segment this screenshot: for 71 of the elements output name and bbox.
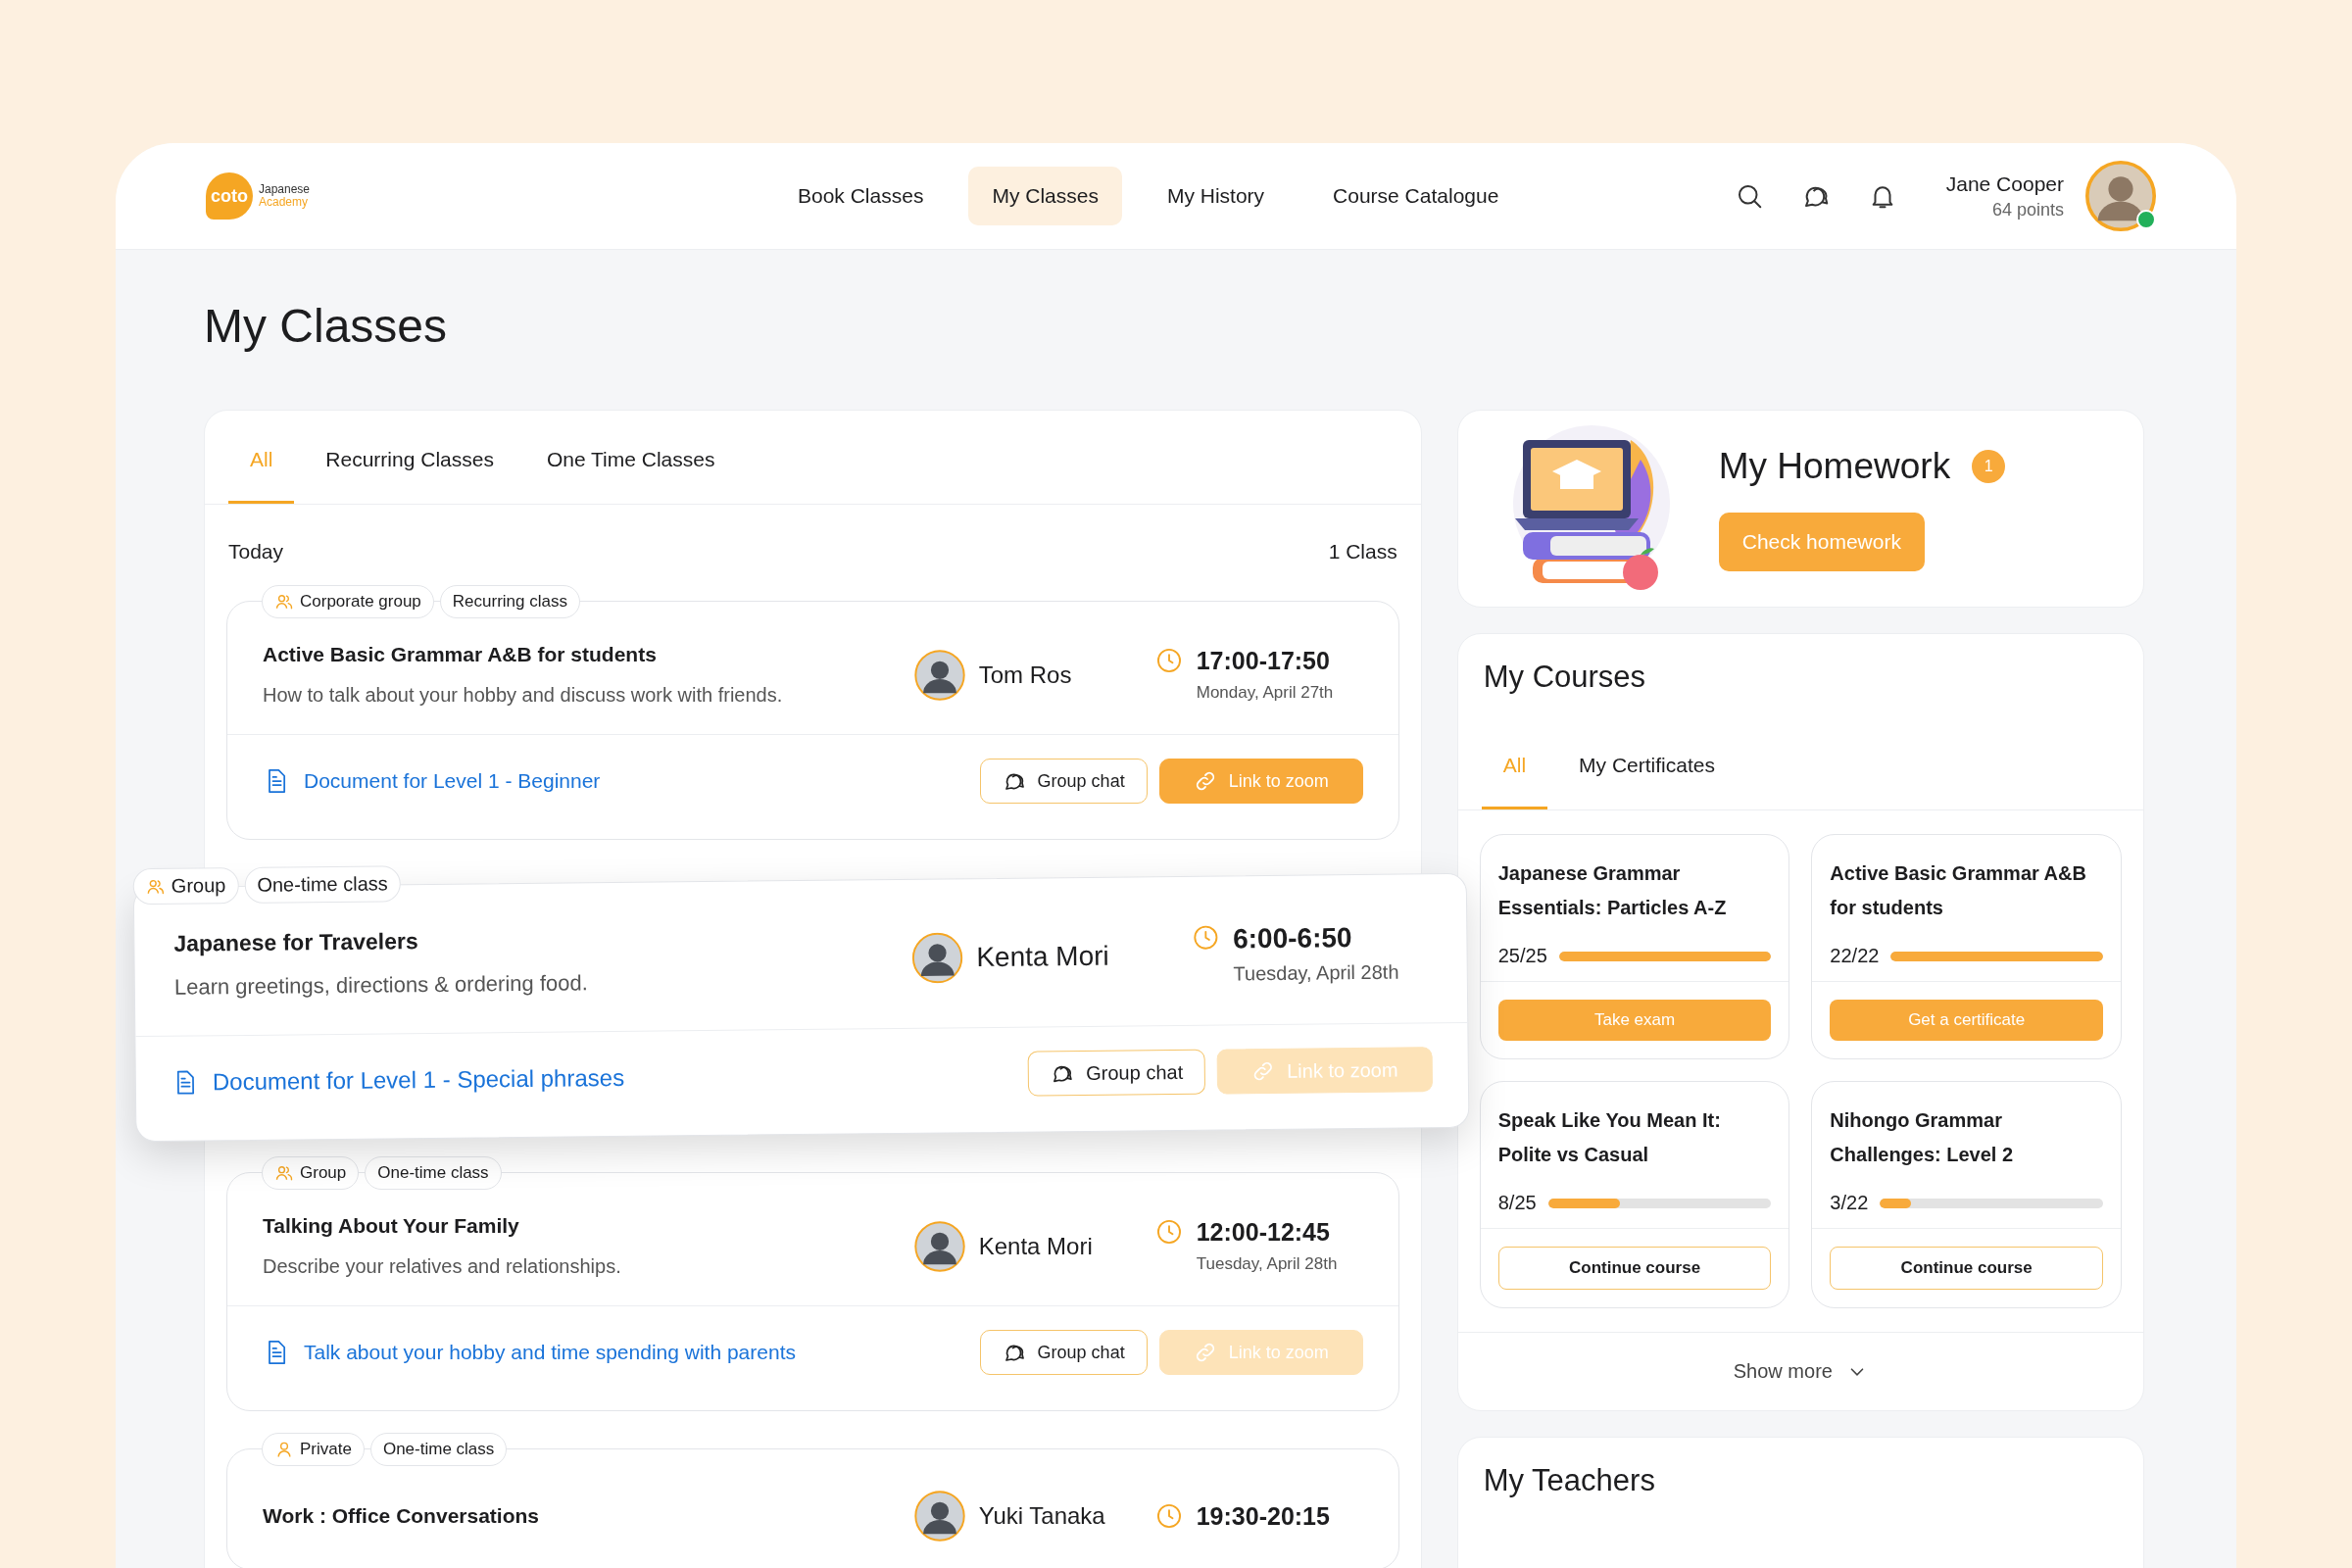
nav-link[interactable]: My History: [1143, 167, 1289, 225]
progress-count: 8/25: [1497, 1192, 1537, 1214]
tab[interactable]: Recurring Classes: [304, 411, 515, 504]
document-link[interactable]: Document for Level 1 - Beginner: [263, 767, 601, 795]
nav-link[interactable]: Course Catalogue: [1309, 167, 1523, 225]
class-description: Learn greetings, directions & ordering food.: [173, 969, 589, 1001]
person-icon: [274, 1440, 294, 1459]
class-date: Tuesday, April 28th: [1196, 1254, 1338, 1274]
class-title: Work : Office Conversations: [263, 1504, 540, 1528]
teacher-name: Kenta Mori: [978, 1232, 1093, 1260]
group-chat-button[interactable]: Group chat: [979, 1330, 1148, 1375]
class-tag: Recurring class: [439, 585, 580, 618]
class-description: How to talk about your hobby and discuss work with friends.: [263, 684, 784, 707]
teacher-avatar: [911, 931, 963, 984]
user-avatar[interactable]: [2085, 161, 2156, 231]
people-icon: [274, 1163, 294, 1183]
class-tag: One-time class: [365, 1156, 502, 1190]
class-time: 12:00-12:45: [1196, 1218, 1331, 1247]
homework-count-badge: 1: [1972, 450, 2006, 483]
section-title: My Teachers: [1482, 1462, 1656, 1499]
course-title: Active Basic Grammar A&B for students: [1830, 861, 2087, 920]
clock-icon: [1154, 1218, 1183, 1246]
class-tag: Group: [262, 1156, 360, 1190]
course-action-button[interactable]: Continue course: [1497, 1247, 1772, 1290]
clock-icon: [1154, 647, 1183, 674]
class-time: 19:30-20:15: [1196, 1501, 1330, 1531]
class-date: Tuesday, April 28th: [1233, 960, 1399, 986]
user-points: 64 points: [1991, 199, 2064, 220]
class-title: Japanese for Travelers: [173, 927, 419, 957]
section-title: My Courses: [1482, 659, 1647, 696]
course-title: Japanese Grammar Essentials: Particles A-Z: [1497, 861, 1728, 920]
group-chat-button[interactable]: Group chat: [1027, 1049, 1206, 1097]
class-date: Monday, April 27th: [1196, 683, 1334, 703]
teacher-avatar: [913, 1491, 965, 1542]
clock-icon: [1154, 1501, 1183, 1530]
course-action-button[interactable]: Continue course: [1830, 1247, 2103, 1290]
class-description: Describe your relatives and relationships.: [263, 1255, 622, 1278]
class-title: Talking About Your Family: [263, 1214, 520, 1238]
teacher-name: Kenta Mori: [976, 940, 1109, 973]
class-count: 1 Class: [1328, 540, 1397, 564]
user-name: Jane Cooper: [1945, 172, 2064, 196]
class-tag: Corporate group: [262, 585, 434, 618]
class-time: 17:00-17:50: [1196, 647, 1331, 675]
class-tag: Group: [132, 867, 239, 906]
teacher-avatar: [913, 649, 965, 701]
teacher-name: Yuki Tanaka: [978, 1502, 1105, 1530]
teacher-avatar: [913, 1220, 965, 1272]
clock-icon: [1191, 923, 1220, 952]
homework-title: My Homework: [1718, 446, 1951, 487]
nav-link[interactable]: Book Classes: [774, 167, 948, 225]
day-label: Today: [228, 540, 284, 564]
tab[interactable]: My Certificates: [1557, 716, 1737, 809]
course-title: Nihongo Grammar Challenges: Level 2: [1830, 1108, 2015, 1167]
document-link[interactable]: Document for Level 1 - Special phrases: [171, 1063, 625, 1097]
class-tag: One-time class: [244, 865, 401, 904]
class-title: Active Basic Grammar A&B for students: [263, 643, 658, 666]
progress-count: 22/22: [1830, 945, 1880, 967]
nav-link[interactable]: My Classes: [968, 167, 1122, 225]
group-chat-button[interactable]: Group chat: [979, 759, 1148, 804]
show-more-button[interactable]: Show more: [1457, 1332, 2143, 1410]
class-tag: One-time class: [369, 1433, 508, 1466]
course-title: Speak Like You Mean It: Polite vs Casual: [1497, 1108, 1722, 1167]
teacher-name: Tom Ros: [978, 661, 1072, 689]
progress-count: 25/25: [1497, 945, 1547, 967]
tab[interactable]: One Time Classes: [524, 411, 737, 504]
progress-count: 3/22: [1830, 1192, 1869, 1214]
class-time: 6:00-6:50: [1232, 921, 1353, 956]
people-icon: [274, 592, 294, 612]
page-title: My Classes: [204, 299, 449, 353]
class-tag: Private: [262, 1433, 365, 1466]
document-link[interactable]: Talk about your hobby and time spending with parents: [263, 1339, 796, 1366]
